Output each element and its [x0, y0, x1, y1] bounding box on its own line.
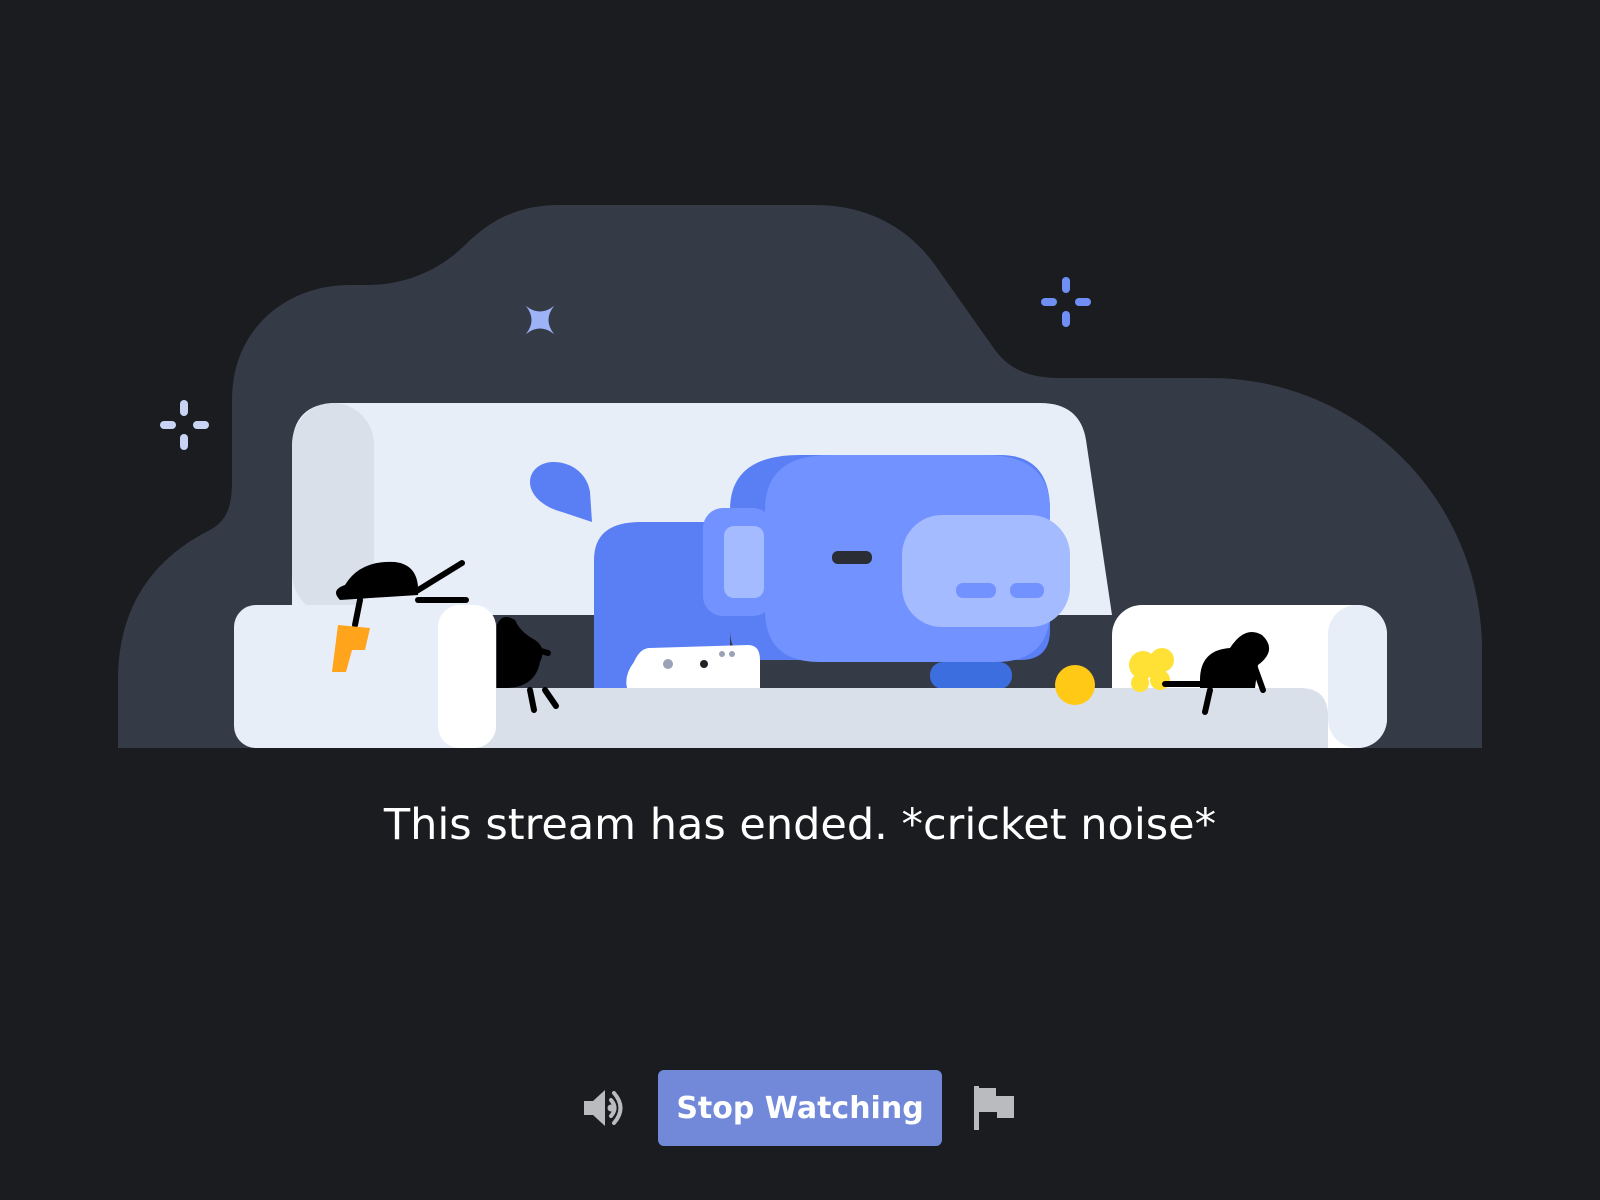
sparkle-icon-left [160, 400, 209, 450]
stream-controls: Stop Watching [0, 1070, 1600, 1146]
visor-slot-right [1010, 583, 1044, 598]
visor-slot-left [956, 583, 996, 598]
report-button[interactable] [966, 1080, 1022, 1136]
character-visor [902, 515, 1070, 627]
sparkle-icon-right [1041, 277, 1091, 327]
character-mouth [832, 551, 872, 564]
character-ear-inner [724, 526, 764, 598]
couch-left-arm-front [438, 605, 496, 748]
flag-icon [974, 1086, 1014, 1130]
stream-ended-illustration [118, 205, 1482, 748]
stream-ended-message: This stream has ended. *cricket noise* [383, 800, 1217, 850]
couch-right-arm-front [1328, 605, 1387, 748]
volume-button[interactable] [578, 1080, 634, 1136]
stop-watching-button[interactable]: Stop Watching [658, 1070, 942, 1146]
controller-icon [626, 645, 760, 688]
speaker-icon [584, 1090, 623, 1126]
stream-ended-screen: This stream has ended. *cricket noise* S… [0, 0, 1600, 1200]
ball-icon [1055, 665, 1095, 705]
character-arm [930, 662, 1012, 689]
couch-seat [420, 688, 1328, 748]
